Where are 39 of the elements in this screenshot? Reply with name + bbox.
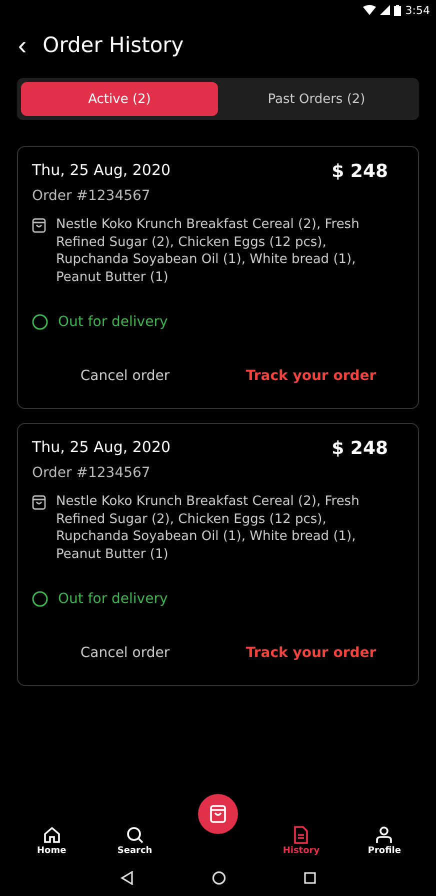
- bag-icon: [32, 218, 46, 233]
- tab[interactable]: Active (2): [21, 82, 218, 116]
- recents-nav-icon[interactable]: [304, 872, 316, 884]
- clock-time: 3:54: [405, 4, 430, 16]
- status-circle-icon: [32, 314, 48, 330]
- battery-icon: [394, 4, 402, 16]
- tab[interactable]: Past Orders (2): [218, 82, 415, 116]
- person-icon: [375, 826, 394, 844]
- back-button[interactable]: ‹: [18, 32, 27, 58]
- back-nav-icon[interactable]: [120, 871, 134, 885]
- page-title: Order History: [42, 33, 184, 57]
- bag-icon: [32, 495, 46, 510]
- cart-button[interactable]: [198, 794, 238, 834]
- order-items: Nestle Koko Krunch Breakfast Cereal (2), Fresh Refined Sugar (2), Chicken Eggs (12 pcs), Rupchanda Soyabean Oil (1), White bread (1), Peanut Butter (1): [56, 216, 360, 286]
- home-icon: [42, 826, 61, 844]
- nav-item[interactable]: Home: [10, 826, 94, 856]
- search-icon: [126, 826, 144, 844]
- bag-icon: [208, 804, 228, 824]
- nav-item[interactable]: History: [260, 826, 343, 856]
- order-status: Out for delivery: [58, 314, 168, 330]
- order-total: $ 248: [332, 438, 388, 459]
- track-order-link[interactable]: Track your order: [218, 641, 404, 665]
- document-icon: [292, 826, 310, 844]
- order-date: Thu, 25 Aug, 2020: [32, 161, 171, 181]
- status-circle-icon: [32, 591, 48, 607]
- home-nav-icon[interactable]: [212, 871, 226, 885]
- cancel-order-link[interactable]: Cancel order: [32, 364, 218, 388]
- nav-item[interactable]: Search: [93, 826, 176, 856]
- order-number: Order #1234567: [32, 465, 152, 481]
- wifi-icon: [363, 5, 376, 15]
- track-order-link[interactable]: Track your order: [218, 364, 404, 388]
- order-date: Thu, 25 Aug, 2020: [32, 438, 171, 458]
- order-number: Order #1234567: [32, 188, 152, 204]
- order-items: Nestle Koko Krunch Breakfast Cereal (2), Fresh Refined Sugar (2), Chicken Eggs (12 pcs), Rupchanda Soyabean Oil (1), White bread (1), Peanut Butter (1): [56, 493, 360, 563]
- nav-item[interactable]: Profile: [342, 826, 426, 856]
- cancel-order-link[interactable]: Cancel order: [32, 641, 218, 665]
- order-total: $ 248: [332, 161, 388, 182]
- signal-icon: [380, 5, 390, 15]
- order-status: Out for delivery: [58, 591, 168, 607]
